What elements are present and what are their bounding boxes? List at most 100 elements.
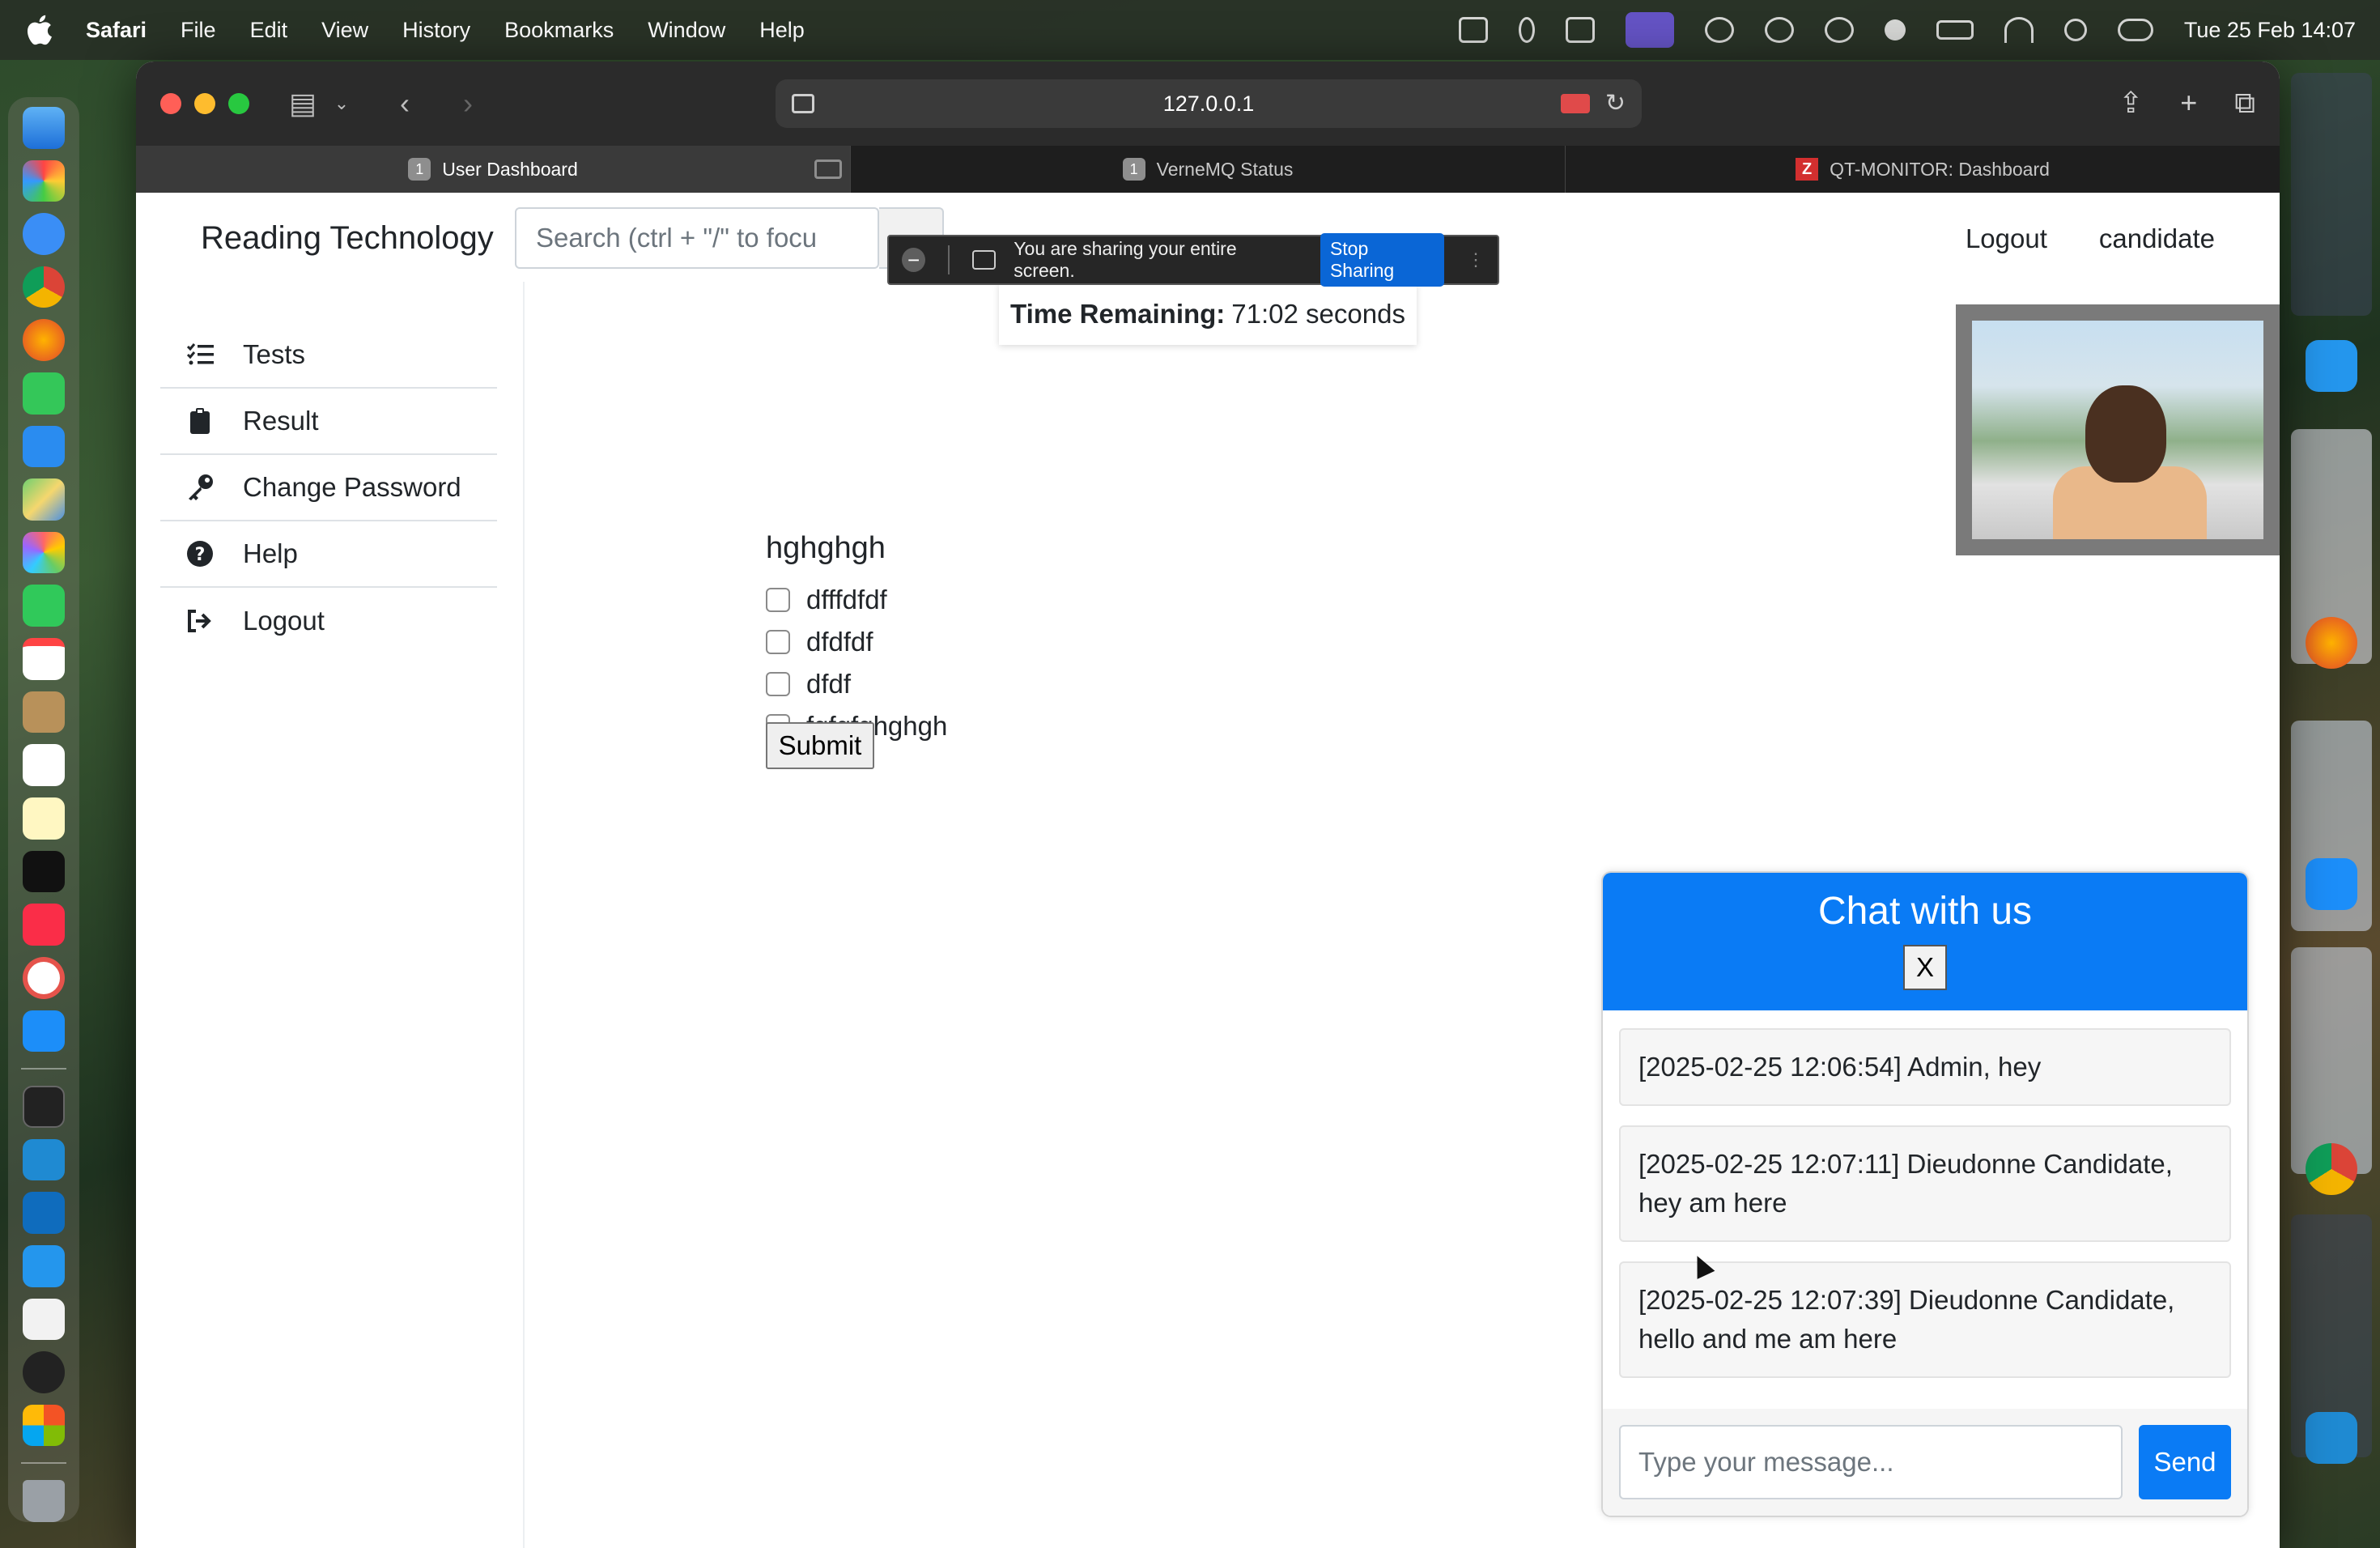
photos-icon[interactable] <box>23 531 65 574</box>
stage-window-thumbnail[interactable] <box>2291 73 2372 316</box>
vscode-icon[interactable] <box>2306 1412 2357 1464</box>
screen-recording-icon[interactable] <box>1625 12 1674 48</box>
brand-logo[interactable]: Reading Technology <box>201 220 494 257</box>
contacts-icon[interactable] <box>23 691 65 734</box>
facetime-icon[interactable] <box>23 585 65 627</box>
notes-icon[interactable] <box>23 797 65 840</box>
firefox-icon[interactable] <box>2306 617 2357 669</box>
chat-close-button[interactable]: X <box>1903 945 1947 990</box>
menu-bookmarks[interactable]: Bookmarks <box>504 18 614 43</box>
chat-messages[interactable]: [2025-02-25 12:06:54] Admin, hey [2025-0… <box>1603 1010 2247 1412</box>
stage-window-thumbnail[interactable] <box>2291 947 2372 1174</box>
weather-icon[interactable] <box>1764 17 1794 43</box>
trash-icon[interactable] <box>23 1480 65 1523</box>
maps-icon[interactable] <box>23 478 65 521</box>
docker-icon[interactable] <box>2306 340 2357 392</box>
page-menu-icon[interactable] <box>792 94 814 113</box>
sidebar-item-help[interactable]: ? Help <box>160 521 497 588</box>
launchpad-icon[interactable] <box>23 159 65 202</box>
reload-icon[interactable]: ↻ <box>1605 89 1626 117</box>
music-icon[interactable] <box>23 904 65 946</box>
menu-window[interactable]: Window <box>648 18 725 43</box>
finder-icon[interactable] <box>23 107 65 149</box>
chat-message-input[interactable]: Type your message... <box>1619 1425 2123 1499</box>
menu-help[interactable]: Help <box>759 18 805 43</box>
banner-divider <box>948 245 950 274</box>
podcasts-icon[interactable] <box>23 956 65 999</box>
sidebar-item-logout[interactable]: Logout <box>160 588 497 654</box>
menu-file[interactable]: File <box>181 18 216 43</box>
safari-icon[interactable] <box>23 213 65 255</box>
textedit-icon[interactable] <box>23 1298 65 1341</box>
mail-icon[interactable] <box>23 425 65 468</box>
search-input[interactable]: Search (ctrl + "/" to focu <box>515 207 879 269</box>
terminal-icon[interactable] <box>23 1086 65 1128</box>
headphones-icon[interactable] <box>1824 17 1854 43</box>
microsoft-office-icon[interactable] <box>23 1404 65 1447</box>
vscode-icon[interactable] <box>23 1138 65 1181</box>
answer-checkbox[interactable] <box>766 588 790 612</box>
spotlight-search-icon[interactable] <box>2063 19 2087 41</box>
sidebar-item-tests[interactable]: Tests <box>160 322 497 389</box>
chrome-icon[interactable] <box>2306 1143 2357 1195</box>
sidebar-item-change-password[interactable]: Change Password <box>160 455 497 521</box>
messages-icon[interactable] <box>23 372 65 415</box>
reminders-icon[interactable] <box>23 744 65 786</box>
share-icon[interactable]: ⇪ <box>2119 86 2143 121</box>
logout-link[interactable]: Logout <box>1966 223 2047 254</box>
close-window-button[interactable] <box>160 93 181 114</box>
app-store-icon[interactable] <box>23 1010 65 1053</box>
control-center-icon[interactable] <box>2117 19 2153 41</box>
send-button[interactable]: Send <box>2139 1425 2231 1499</box>
app-status-icon[interactable] <box>1704 17 1734 43</box>
back-button[interactable]: ‹ <box>389 87 421 121</box>
battery-icon[interactable] <box>1936 20 1974 40</box>
camera-icon[interactable] <box>1565 17 1595 43</box>
tab-user-dashboard[interactable]: 1 User Dashboard <box>136 146 851 193</box>
address-bar[interactable]: 127.0.0.1 ↻ <box>776 79 1642 128</box>
answer-checkbox[interactable] <box>766 672 790 696</box>
menu-edit[interactable]: Edit <box>250 18 288 43</box>
tab-vernemq-status[interactable]: 1 VerneMQ Status <box>851 146 1566 193</box>
microphone-icon[interactable] <box>1518 17 1535 43</box>
focus-moon-icon[interactable] <box>1884 19 1906 40</box>
user-menu[interactable]: candidate <box>2099 223 2215 254</box>
outlook-icon[interactable] <box>23 1192 65 1234</box>
sidebar-item-result[interactable]: Result <box>160 389 497 455</box>
tab-label: QT-MONITOR: Dashboard <box>1830 158 2050 180</box>
tab-qt-monitor[interactable]: Z QT-MONITOR: Dashboard <box>1566 146 2280 193</box>
clipboard-icon <box>186 407 214 435</box>
screen-share-status-icon[interactable] <box>1458 17 1488 43</box>
menu-app-name[interactable]: Safari <box>86 18 147 43</box>
stop-sharing-button[interactable]: Stop Sharing <box>1320 233 1445 287</box>
chat-widget: Chat with us X [2025-02-25 12:06:54] Adm… <box>1601 871 2249 1517</box>
apple-tv-icon[interactable] <box>23 850 65 893</box>
docker-icon[interactable] <box>23 1244 65 1287</box>
wifi-icon[interactable] <box>2004 17 2034 43</box>
menubar-clock[interactable]: Tue 25 Feb 14:07 <box>2184 18 2356 43</box>
firefox-icon[interactable] <box>23 319 65 362</box>
menu-view[interactable]: View <box>321 18 368 43</box>
minimize-window-button[interactable] <box>194 93 215 114</box>
address-text: 127.0.0.1 <box>1162 91 1255 116</box>
submit-button[interactable]: Submit <box>766 722 874 769</box>
zoom-window-button[interactable] <box>228 93 249 114</box>
sidebar-toggle-icon[interactable]: ▤ <box>287 87 319 121</box>
drag-handle-icon[interactable]: ⋮ <box>1467 249 1485 270</box>
tab-overview-icon[interactable]: ⧉ <box>2234 86 2255 121</box>
answer-option[interactable]: dfdf <box>766 663 947 705</box>
apple-menu-icon[interactable] <box>24 14 53 46</box>
answer-option[interactable]: dfdfdf <box>766 621 947 663</box>
menu-history[interactable]: History <box>402 18 470 43</box>
activity-icon[interactable] <box>23 1351 65 1393</box>
forward-button[interactable]: › <box>452 87 484 121</box>
recording-indicator-icon[interactable] <box>1561 94 1590 113</box>
app-store-icon[interactable] <box>2306 858 2357 910</box>
answer-option[interactable]: dfffdfdf <box>766 579 947 621</box>
chrome-icon[interactable] <box>23 266 65 308</box>
answer-checkbox[interactable] <box>766 630 790 654</box>
new-tab-icon[interactable]: + <box>2180 86 2197 121</box>
minimize-banner-icon[interactable]: − <box>902 248 926 272</box>
calendar-icon[interactable] <box>23 638 65 680</box>
chevron-down-icon[interactable]: ⌄ <box>325 93 358 114</box>
